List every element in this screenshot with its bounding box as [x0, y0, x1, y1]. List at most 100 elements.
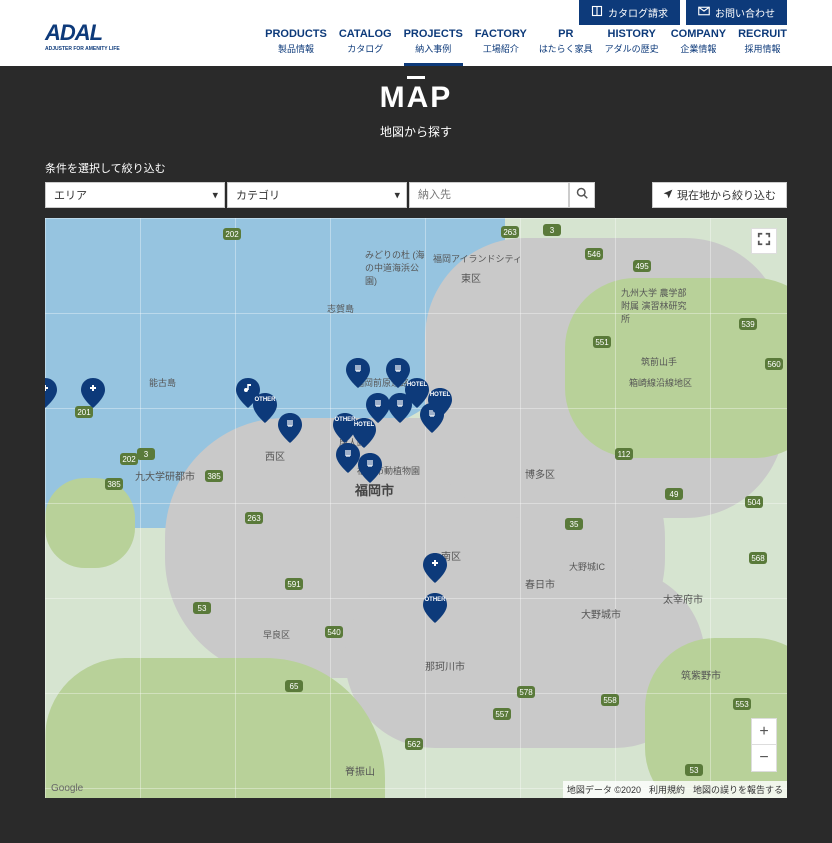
map-pin-fork[interactable]: [346, 358, 370, 388]
road-badge: 591: [285, 578, 303, 590]
road-badge: 53: [685, 764, 703, 776]
nav-item-company[interactable]: COMPANY 企業情報: [671, 28, 726, 66]
nav-item-projects[interactable]: PROJECTS納入事例: [404, 28, 463, 66]
current-location-label: 現在地から絞り込む: [677, 187, 776, 203]
zoom-in-button[interactable]: +: [752, 719, 776, 745]
nav-item-factory[interactable]: FACTORY 工場紹介: [475, 28, 527, 66]
nav-en: HISTORY: [605, 28, 659, 40]
map-label-chikushino: 筑紫野市: [681, 667, 721, 682]
logo-text: ADAL: [45, 20, 102, 45]
map-pin-plus[interactable]: [423, 553, 447, 583]
location-arrow-icon: [663, 189, 673, 202]
road-badge: 495: [633, 260, 651, 272]
destination-input[interactable]: [409, 182, 569, 208]
map-label-midori: みどりの杜 (海の中道海浜公園): [365, 248, 425, 287]
filter-section: 条件を選択して絞り込む エリア ▾ カテゴリ ▾ 現在地から絞り込む: [0, 160, 832, 208]
mail-icon: [698, 5, 710, 20]
caret-down-icon: ▾: [212, 189, 218, 202]
map-pin-plus[interactable]: [81, 378, 105, 408]
map-data-label: 地図データ ©2020: [567, 783, 641, 796]
road-badge: 562: [405, 738, 423, 750]
minus-icon: −: [759, 749, 768, 767]
nav-item-recruit[interactable]: RECRUIT 採用情報: [738, 28, 787, 66]
search-button[interactable]: [569, 182, 595, 208]
road-badge: 568: [749, 552, 767, 564]
logo[interactable]: ADAL ADJUSTER FOR AMENITY LIFE: [45, 20, 120, 52]
nav-en: COMPANY: [671, 28, 726, 40]
map-pin-hotel[interactable]: HOTEL: [352, 418, 376, 448]
catalog-request-label: カタログ請求: [608, 5, 668, 20]
map-pin-other[interactable]: OTHER: [423, 593, 447, 623]
logo-sub: ADJUSTER FOR AMENITY LIFE: [45, 46, 120, 52]
road-badge: 53: [193, 602, 211, 614]
map-label-ohnojo-ic: 大野城IC: [569, 560, 605, 573]
road-badge: 202: [120, 453, 138, 465]
map-label-sefuri: 脊振山: [345, 763, 375, 778]
map-pin-hotel[interactable]: HOTEL: [428, 388, 452, 418]
map-label-kyudai-nou: 九州大学 農学部 附属 演習林研究所: [621, 286, 691, 325]
road-badge: 263: [245, 512, 263, 524]
road-badge: 557: [493, 708, 511, 720]
nav-en: RECRUIT: [738, 28, 787, 40]
road-badge: 546: [585, 248, 603, 260]
map-pin-fork[interactable]: [358, 453, 382, 483]
current-location-button[interactable]: 現在地から絞り込む: [652, 182, 787, 208]
map-label-hakozaki: 箱崎線沿線地区: [629, 376, 692, 389]
nav-item-pr[interactable]: PR はたらく家具: [539, 28, 593, 66]
fullscreen-button[interactable]: [751, 228, 777, 254]
road-badge: 558: [601, 694, 619, 706]
map-label-shikanoshima: 志賀島: [327, 302, 354, 315]
nav-en: PRODUCTS: [265, 28, 327, 40]
category-select[interactable]: カテゴリ ▾: [227, 182, 407, 208]
map-report-link[interactable]: 地図の誤りを報告する: [693, 783, 783, 796]
nav-ja: 企業情報: [671, 42, 726, 55]
area-select-label: エリア: [54, 187, 87, 203]
pin-label: OTHER: [255, 397, 276, 403]
zoom-control: + −: [751, 718, 777, 772]
category-select-label: カテゴリ: [236, 187, 280, 203]
nav-ja: 採用情報: [738, 42, 787, 55]
nav-ja: はたらく家具: [539, 42, 593, 55]
hero: MAP 地図から探す: [0, 66, 832, 160]
map[interactable]: 福岡市 博多区 東区 西区 南区 九大学研都市 春日市 大野城市 太宰府市 筑紫…: [45, 218, 787, 798]
nav-en: CATALOG: [339, 28, 392, 40]
map-pin-fork[interactable]: [278, 413, 302, 443]
search-icon: [576, 186, 588, 204]
road-badge: 49: [665, 488, 683, 500]
nav-ja: 工場紹介: [475, 42, 527, 55]
map-label-higashi: 東区: [461, 270, 481, 285]
nav-ja: アダルの歴史: [605, 42, 659, 55]
map-pin-other[interactable]: OTHER: [253, 393, 277, 423]
road-badge: 385: [105, 478, 123, 490]
nav-item-products[interactable]: PRODUCTS製品情報: [265, 28, 327, 66]
nav-en: FACTORY: [475, 28, 527, 40]
catalog-request-button[interactable]: カタログ請求: [579, 0, 680, 25]
nav-en: PROJECTS: [404, 28, 463, 40]
map-attribution: 地図データ ©2020 利用規約 地図の誤りを報告する: [563, 781, 787, 798]
area-select[interactable]: エリア ▾: [45, 182, 225, 208]
fullscreen-icon: [757, 232, 771, 251]
page-subtitle: 地図から探す: [0, 123, 832, 140]
book-icon: [591, 5, 603, 20]
page-title: MAP: [0, 81, 832, 115]
map-label-chikuzen: 筑前山手: [641, 355, 677, 368]
road-badge: 385: [205, 470, 223, 482]
map-label-onojo: 大野城市: [581, 606, 621, 621]
map-pin-plus[interactable]: [45, 378, 57, 408]
nav-en: PR: [539, 28, 593, 40]
road-badge: 504: [745, 496, 763, 508]
nav-ja: カタログ: [339, 42, 392, 55]
map-label-island: 福岡アイランドシティ: [433, 252, 522, 265]
contact-label: お問い合わせ: [715, 5, 775, 20]
contact-button[interactable]: お問い合わせ: [686, 0, 787, 25]
topbar: カタログ請求 お問い合わせ ADAL ADJUSTER FOR AMENITY …: [0, 0, 832, 66]
map-terms-link[interactable]: 利用規約: [649, 783, 685, 796]
plus-icon: +: [759, 723, 768, 741]
nav-item-catalog[interactable]: CATALOG カタログ: [339, 28, 392, 66]
pin-label: HOTEL: [354, 422, 374, 428]
zoom-out-button[interactable]: −: [752, 745, 776, 771]
map-label-nishi: 西区: [265, 448, 285, 463]
nav-item-history[interactable]: HISTORY アダルの歴史: [605, 28, 659, 66]
hero-dash: [407, 76, 425, 79]
caret-down-icon: ▾: [394, 189, 400, 202]
